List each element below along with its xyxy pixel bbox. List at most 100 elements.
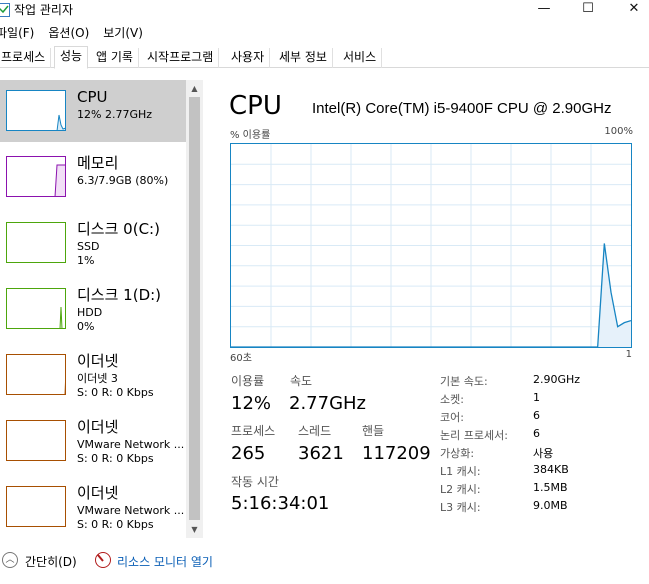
footer: ︿ 간단히(D) 리소스 모니터 열기 [0,549,649,571]
sidebar-item-detail: VMware Network ... [77,504,185,517]
spec-value: 1.5MB [533,481,568,494]
disk-1-thumbnail-graph [6,288,66,329]
spec-label: 코어: [440,411,464,424]
cpu-utilization-chart [231,144,631,347]
resource-sidebar: CPU 12% 2.77GHz 메모리 6.3/7.9GB (80%) 디스크 … [0,80,186,538]
processes-label: 프로세스 [231,424,276,438]
sidebar-scrollbar[interactable]: ▲ ▼ [186,80,203,538]
minimize-button[interactable]: — [521,0,567,20]
page-title: CPU [229,91,282,121]
tab-processes[interactable]: 프로세스 [0,48,52,68]
disk-0-thumbnail-graph [6,222,66,263]
spec-label: 기본 속도: [440,375,488,388]
menu-file[interactable]: 파일(F) [0,25,34,43]
cpu-model: Intel(R) Core(TM) i5-9400F CPU @ 2.90GHz [312,100,612,117]
sidebar-item-detail: S: 0 R: 0 Kbps [77,386,154,399]
spec-label: L1 캐시: [440,465,481,478]
graph-y-max-label: 100% [604,126,633,137]
tab-app-history[interactable]: 앱 기록 [91,48,139,68]
spec-value: 9.0MB [533,499,568,512]
sidebar-item-ethernet-1[interactable]: 이더넷 이더넷 3 S: 0 R: 0 Kbps [0,344,186,406]
window-title: 작업 관리자 [14,3,74,17]
disk-1-thumbnail-line [59,306,63,328]
menu-view[interactable]: 보기(V) [103,25,143,43]
sidebar-item-title: 이더넷 [77,484,119,502]
fewer-details-link[interactable]: 간단히(D) [25,553,77,570]
ethernet-1-thumbnail-line [64,381,65,394]
sidebar-item-memory[interactable]: 메모리 6.3/7.9GB (80%) [0,146,186,208]
sidebar-item-detail: SSD [77,240,100,253]
speed-label: 속도 [290,374,313,388]
spec-value: 사용 [533,447,554,460]
ethernet-1-thumbnail-graph [6,354,66,395]
sidebar-item-cpu[interactable]: CPU 12% 2.77GHz [0,80,186,142]
sidebar-item-title: CPU [77,88,108,106]
cpu-thumbnail-line [56,114,65,130]
spec-label: 논리 프로세서: [440,429,508,442]
utilization-label: 이용률 [231,374,265,388]
scroll-up-arrow-icon[interactable]: ▲ [186,80,203,97]
handles-label: 핸들 [362,424,385,438]
sidebar-item-detail: 1% [77,254,95,267]
graph-y-label: % 이용률 [230,130,271,141]
maximize-button[interactable]: ☐ [565,0,611,20]
title-bar: 작업 관리자 — ☐ ✕ [0,0,649,22]
sidebar-item-detail: 6.3/7.9GB (80%) [77,174,169,187]
memory-thumbnail-graph [6,156,66,197]
tab-details[interactable]: 세부 정보 [274,48,333,68]
ethernet-2-thumbnail-graph [6,420,66,461]
utilization-value: 12% [231,393,272,414]
ethernet-3-thumbnail-graph [6,486,66,527]
uptime-label: 작동 시간 [231,475,279,489]
menu-options[interactable]: 옵션(O) [48,25,89,43]
sidebar-item-title: 이더넷 [77,352,119,370]
spec-value: 2.90GHz [533,373,581,386]
sidebar-item-detail: 12% 2.77GHz [77,108,153,121]
spec-label: L2 캐시: [440,483,481,496]
sidebar-item-disk-1[interactable]: 디스크 1(D:) HDD 0% [0,278,186,340]
graph-x-start-label: 60초 [230,353,252,364]
spec-label: 가상화: [440,447,475,460]
spec-label: 소켓: [440,393,464,406]
sidebar-item-ethernet-3[interactable]: 이더넷 VMware Network ... S: 0 R: 0 Kbps [0,476,186,538]
sidebar-item-detail: HDD [77,306,103,319]
sidebar-item-disk-0[interactable]: 디스크 0(C:) SSD 1% [0,212,186,274]
sidebar-item-title: 메모리 [77,154,119,172]
sidebar-item-ethernet-2[interactable]: 이더넷 VMware Network ... S: 0 R: 0 Kbps [0,410,186,472]
threads-value: 3621 [298,443,344,464]
cpu-thumbnail-graph [6,90,66,131]
tab-services[interactable]: 서비스 [338,48,383,68]
tab-bar: 프로세스 성능 앱 기록 시작프로그램 사용자 세부 정보 서비스 [0,46,649,69]
memory-thumbnail-line [54,164,65,196]
sidebar-item-detail: VMware Network ... [77,438,185,451]
spec-label: L3 캐시: [440,501,481,514]
cpu-utilization-graph [230,143,632,348]
sidebar-item-detail: 이더넷 3 [77,372,118,385]
scrollbar-thumb[interactable] [189,97,200,520]
resource-monitor-icon[interactable] [95,552,111,568]
tab-startup[interactable]: 시작프로그램 [142,48,220,68]
spec-value: 6 [533,409,540,422]
tab-performance[interactable]: 성능 [54,46,89,69]
sidebar-item-detail: S: 0 R: 0 Kbps [77,518,154,531]
spec-value: 6 [533,427,540,440]
sidebar-item-detail: S: 0 R: 0 Kbps [77,452,154,465]
sidebar-item-title: 이더넷 [77,418,119,436]
open-resource-monitor-link[interactable]: 리소스 모니터 열기 [117,553,213,570]
uptime-value: 5:16:34:01 [231,493,330,514]
close-button[interactable]: ✕ [611,0,649,20]
scroll-down-arrow-icon[interactable]: ▼ [186,521,203,538]
graph-x-end-label: 1 [625,349,632,360]
threads-label: 스레드 [298,424,332,438]
chevron-up-icon[interactable]: ︿ [2,552,18,568]
tab-users[interactable]: 사용자 [226,48,271,68]
spec-value: 384KB [533,463,569,476]
spec-value: 1 [533,391,540,404]
menu-bar: 파일(F) 옵션(O) 보기(V) [0,25,157,43]
sidebar-item-detail: 0% [77,320,95,333]
sidebar-item-title: 디스크 1(D:) [77,286,162,304]
processes-value: 265 [231,443,266,464]
sidebar-item-title: 디스크 0(C:) [77,220,160,238]
speed-value: 2.77GHz [289,393,367,414]
handles-value: 117209 [362,443,431,464]
